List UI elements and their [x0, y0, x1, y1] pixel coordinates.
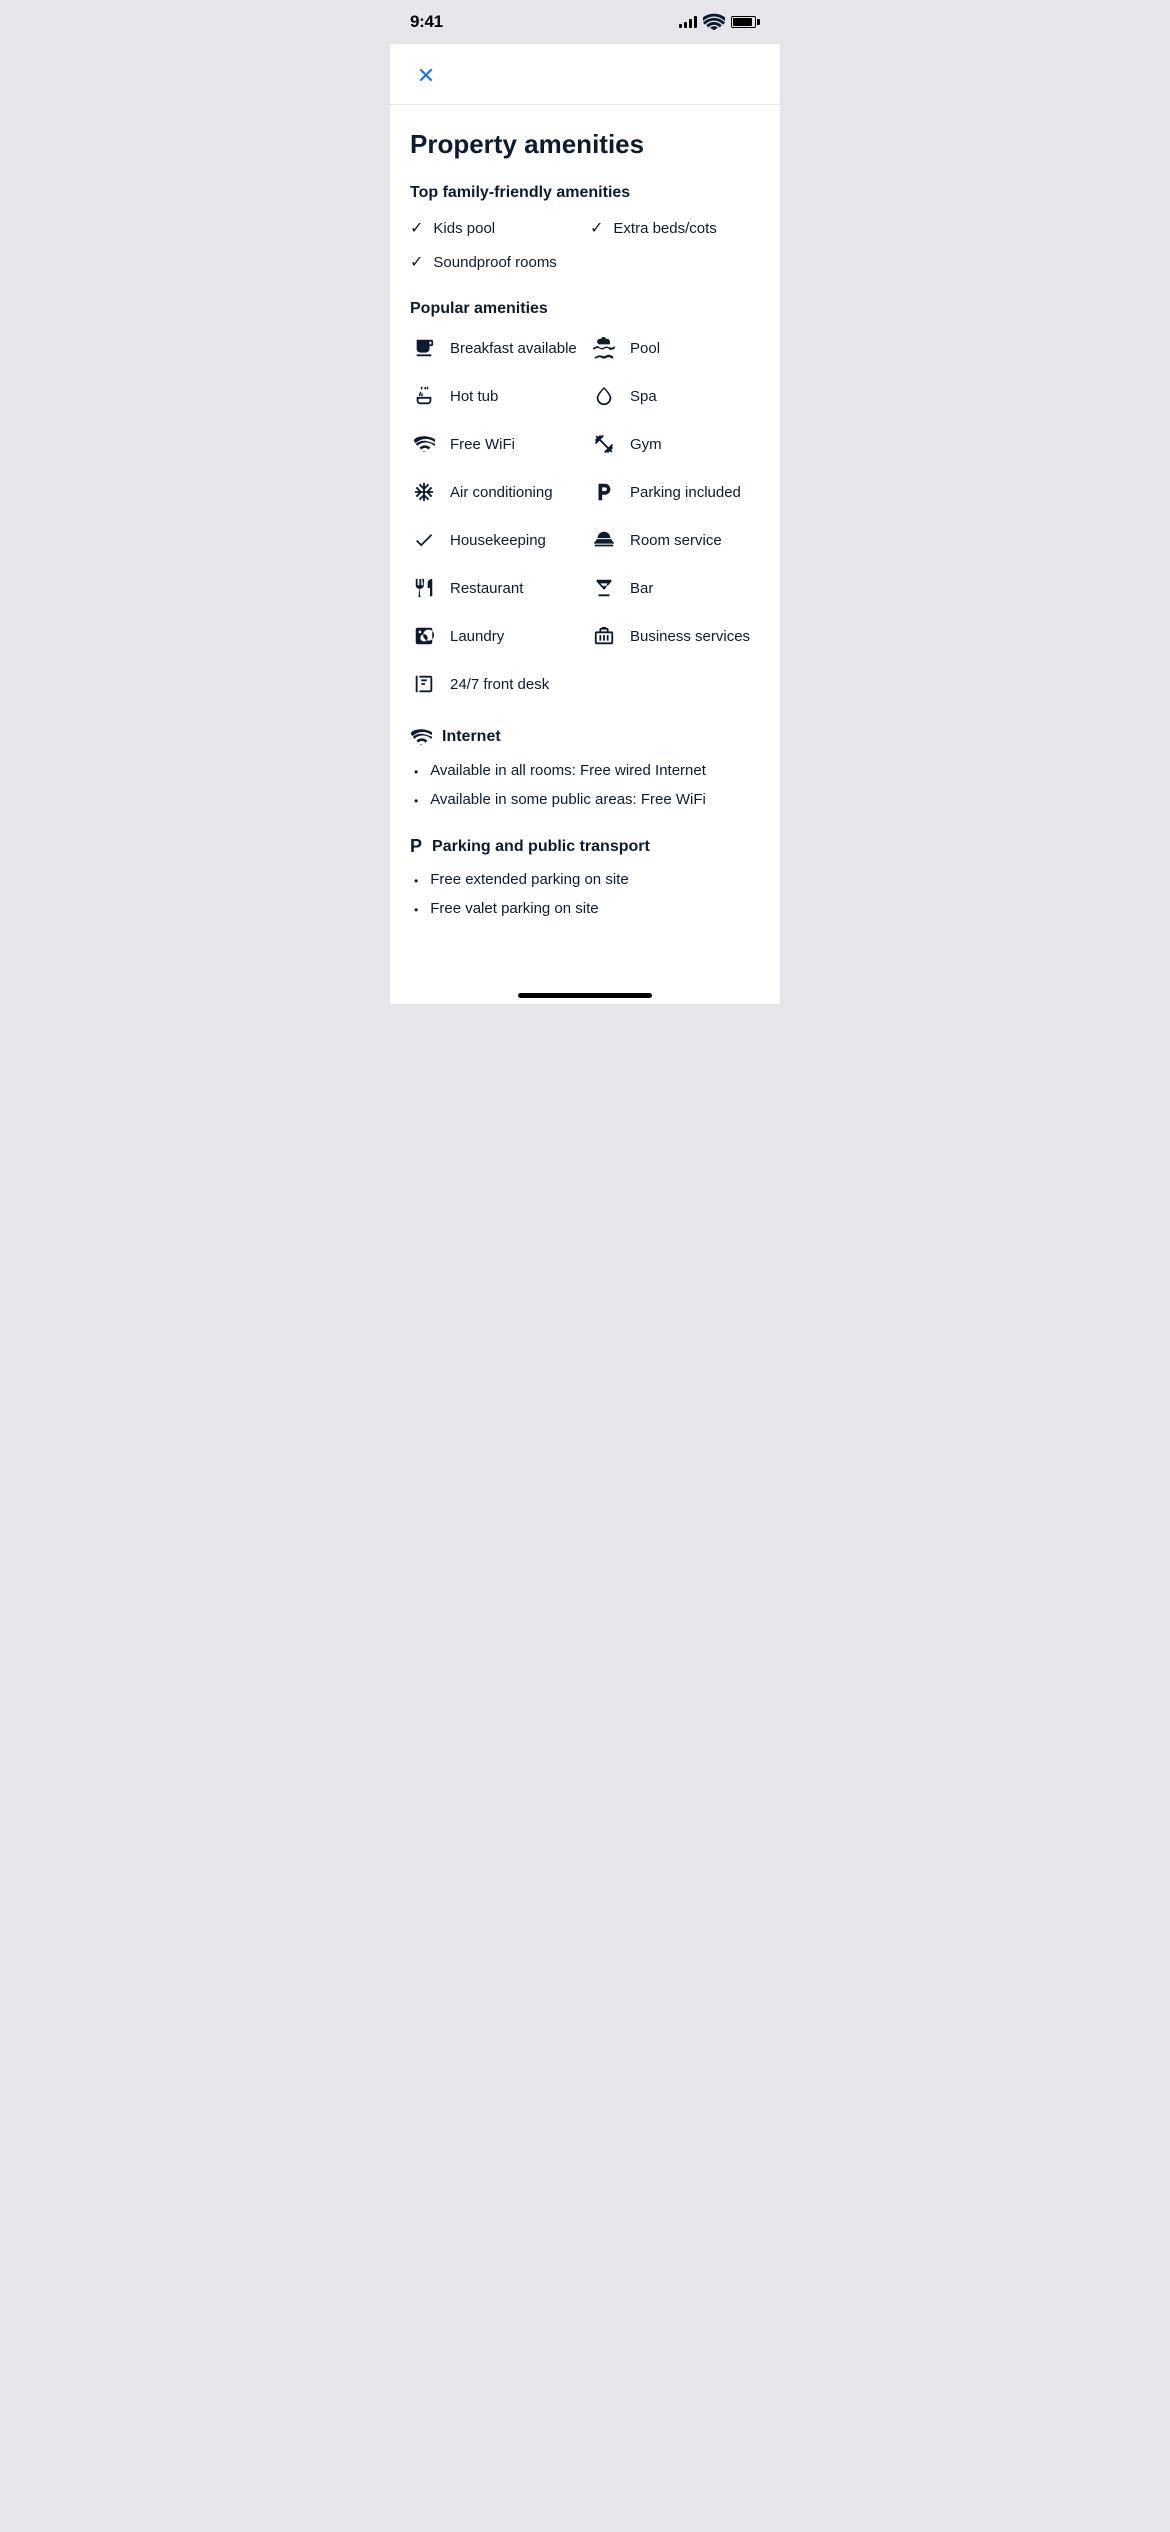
- item-label: Soundproof rooms: [433, 254, 556, 271]
- item-label: Business services: [630, 628, 750, 645]
- internet-section: Internet • Available in all rooms: Free …: [410, 726, 760, 808]
- popular-amenities-grid: Breakfast available Pool H: [410, 334, 760, 698]
- parking-section-title: P Parking and public transport: [410, 836, 760, 857]
- internet-section-title: Internet: [410, 726, 760, 748]
- bullet-icon: •: [414, 794, 418, 808]
- parking-section: P Parking and public transport • Free ex…: [410, 836, 760, 917]
- parking-list: • Free extended parking on site • Free v…: [410, 871, 760, 917]
- ac-icon: [410, 478, 438, 506]
- pool-icon: [590, 334, 618, 362]
- parking-icon: [590, 478, 618, 506]
- bar-icon: [590, 574, 618, 602]
- item-label: Extra beds/cots: [613, 220, 716, 237]
- sheet-header: ✕: [390, 44, 780, 105]
- laundry-icon: [410, 622, 438, 650]
- close-button[interactable]: ✕: [410, 60, 442, 92]
- list-item: Gym: [590, 430, 760, 458]
- check-icon: ✓: [410, 252, 423, 272]
- internet-list: • Available in all rooms: Free wired Int…: [410, 762, 760, 808]
- list-item: Housekeeping: [410, 526, 580, 554]
- list-item: Parking included: [590, 478, 760, 506]
- status-bar: 9:41: [390, 0, 780, 44]
- item-label: Breakfast available: [450, 340, 577, 357]
- list-item: ✓ Kids pool: [410, 218, 580, 238]
- parking-section-icon: P: [410, 836, 422, 857]
- hottub-icon: [410, 382, 438, 410]
- content-area: Property amenities Top family-friendly a…: [390, 105, 780, 985]
- family-amenities-grid: ✓ Kids pool ✓ Extra beds/cots ✓ Soundpro…: [410, 218, 760, 272]
- list-item: ✓ Extra beds/cots: [590, 218, 760, 238]
- family-section-title: Top family-friendly amenities: [410, 184, 760, 202]
- item-label: Air conditioning: [450, 484, 553, 501]
- check-icon: ✓: [590, 218, 603, 238]
- list-item: Room service: [590, 526, 760, 554]
- item-label: Housekeeping: [450, 532, 546, 549]
- list-item: • Available in some public areas: Free W…: [410, 791, 760, 808]
- home-bar: [518, 993, 652, 998]
- popular-section-title: Popular amenities: [410, 300, 760, 318]
- item-label: Hot tub: [450, 388, 498, 405]
- list-item: • Free valet parking on site: [410, 900, 760, 917]
- item-label: Free WiFi: [450, 436, 515, 453]
- list-item: Breakfast available: [410, 334, 580, 362]
- list-item: 24/7 front desk: [410, 670, 760, 698]
- family-amenities-section: Top family-friendly amenities ✓ Kids poo…: [410, 184, 760, 272]
- bullet-icon: •: [414, 765, 418, 779]
- restaurant-icon: [410, 574, 438, 602]
- list-item: • Available in all rooms: Free wired Int…: [410, 762, 760, 779]
- spa-icon: [590, 382, 618, 410]
- item-label: Available in all rooms: Free wired Inter…: [430, 762, 706, 779]
- coffee-icon: [410, 334, 438, 362]
- list-item: Pool: [590, 334, 760, 362]
- list-item: Laundry: [410, 622, 580, 650]
- item-label: Restaurant: [450, 580, 523, 597]
- wifi-section-icon: [410, 726, 432, 748]
- status-icons: [679, 13, 756, 31]
- item-label: Spa: [630, 388, 657, 405]
- business-icon: [590, 622, 618, 650]
- roomservice-icon: [590, 526, 618, 554]
- item-label: Bar: [630, 580, 653, 597]
- page-title: Property amenities: [410, 129, 760, 160]
- item-label: Pool: [630, 340, 660, 357]
- item-label: Parking included: [630, 484, 741, 501]
- item-label: Laundry: [450, 628, 504, 645]
- frontdesk-icon: [410, 670, 438, 698]
- bullet-icon: •: [414, 903, 418, 917]
- battery-icon: [731, 16, 756, 28]
- status-time: 9:41: [410, 12, 443, 32]
- housekeeping-icon: [410, 526, 438, 554]
- item-label: Gym: [630, 436, 662, 453]
- item-label: Free valet parking on site: [430, 900, 598, 917]
- list-item: Spa: [590, 382, 760, 410]
- phone-container: 9:41 ✕ Property amenities: [390, 0, 780, 1004]
- check-icon: ✓: [410, 218, 423, 238]
- list-item: Bar: [590, 574, 760, 602]
- home-indicator: [390, 985, 780, 1004]
- item-label: 24/7 front desk: [450, 676, 549, 693]
- list-item: Air conditioning: [410, 478, 580, 506]
- gym-icon: [590, 430, 618, 458]
- bottom-sheet: ✕ Property amenities Top family-friendly…: [390, 44, 780, 1004]
- close-icon: ✕: [417, 65, 435, 87]
- item-label: Free extended parking on site: [430, 871, 628, 888]
- item-label: Available in some public areas: Free WiF…: [430, 791, 706, 808]
- list-item: ✓ Soundproof rooms: [410, 252, 760, 272]
- wifi-status-icon: [703, 13, 725, 31]
- signal-icon: [679, 16, 697, 28]
- list-item: • Free extended parking on site: [410, 871, 760, 888]
- item-label: Kids pool: [433, 220, 495, 237]
- wifi-icon: [410, 430, 438, 458]
- list-item: Free WiFi: [410, 430, 580, 458]
- item-label: Room service: [630, 532, 722, 549]
- list-item: Hot tub: [410, 382, 580, 410]
- list-item: Business services: [590, 622, 760, 650]
- bullet-icon: •: [414, 874, 418, 888]
- popular-amenities-section: Popular amenities Breakfast available: [410, 300, 760, 698]
- list-item: Restaurant: [410, 574, 580, 602]
